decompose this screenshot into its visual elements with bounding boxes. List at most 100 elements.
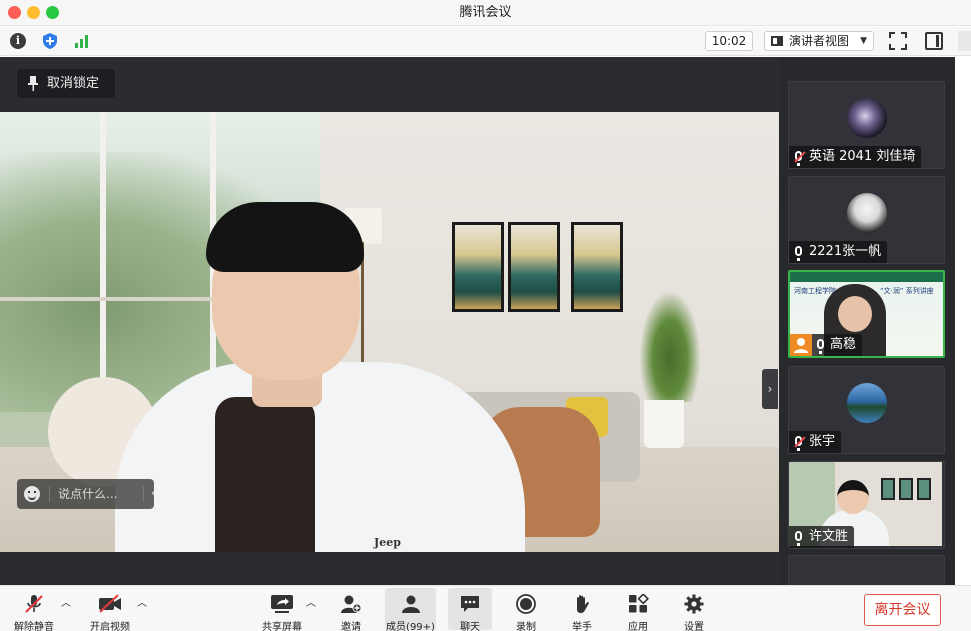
info-icon: i (10, 33, 26, 49)
hand-icon (577, 595, 589, 613)
mic-muted-icon (25, 595, 43, 613)
video-options-chevron-icon[interactable]: ︿ (137, 594, 147, 609)
leave-meeting-button[interactable]: 离开会议 (864, 594, 941, 626)
participant-tile[interactable]: 2221张一帆 (788, 176, 945, 264)
apps-button[interactable]: 应用 (619, 588, 657, 631)
participant-tile[interactable]: 英语 2041 刘佳琦 (788, 81, 945, 169)
chevron-right-icon: › (767, 382, 773, 396)
view-mode-dropdown[interactable]: 演讲者视图 ▼ (764, 31, 874, 51)
dropdown-caret-icon: ▼ (860, 36, 867, 46)
members-button[interactable]: 成员(99+) (385, 588, 436, 631)
avatar (847, 98, 887, 138)
share-screen-icon (271, 595, 293, 613)
speaker-hair (206, 202, 364, 272)
host-icon (790, 334, 812, 356)
share-screen-button[interactable]: 共享屏幕 (258, 588, 306, 631)
participant-name: 许文胜 (809, 529, 849, 544)
settings-label: 设置 (684, 622, 704, 631)
emoji-icon[interactable] (24, 486, 40, 502)
record-icon (516, 594, 536, 614)
apps-grid-icon (629, 594, 649, 613)
collapse-sidebar-handle[interactable]: › (762, 369, 778, 409)
more-panel-handle[interactable] (958, 31, 971, 51)
participant-nameplate: 2221张一帆 (789, 241, 888, 263)
potted-plant (640, 292, 700, 402)
unmute-label: 解除静音 (14, 622, 54, 631)
shield-icon (43, 33, 57, 49)
chevron-left-icon[interactable]: ‹ (151, 479, 161, 509)
main-stage: 取消锁定 Jeep 说点什么... ‹ › (0, 57, 779, 585)
video-off-icon (99, 594, 121, 613)
host-person-icon (794, 338, 808, 353)
participant-name: 高稳 (830, 337, 857, 352)
start-video-label: 开启视频 (90, 622, 130, 631)
wall-painting (508, 222, 560, 312)
wall-painting (452, 222, 504, 312)
start-video-button[interactable]: 开启视频 (86, 588, 134, 631)
window-title: 腾讯会议 (459, 5, 512, 20)
toggle-sidebar-button[interactable] (925, 32, 943, 50)
meeting-toolbar: i 10:02 演讲者视图 ▼ (0, 27, 971, 56)
participant-name: 2221张一帆 (809, 244, 882, 259)
invite-label: 邀请 (341, 622, 361, 631)
participant-tile[interactable]: 张宇 (788, 366, 945, 454)
chat-label: 聊天 (460, 622, 480, 631)
chat-placeholder: 说点什么... (58, 487, 118, 501)
avatar (847, 383, 887, 423)
planter (644, 400, 684, 448)
participant-tile-active[interactable]: 河南工程学院 “文·润” 系列讲座 高稳 (788, 270, 945, 358)
participant-nameplate: 高稳 (812, 334, 863, 356)
mic-muted-icon (795, 151, 802, 166)
title-bar: 腾讯会议 (0, 0, 971, 26)
participant-gallery: 英语 2041 刘佳琦 2221张一帆 河南工程学院 “文·润” 系列讲座 高稳 (779, 57, 955, 585)
divider (143, 486, 144, 502)
window-frame (100, 112, 106, 412)
mic-muted-icon (795, 436, 802, 451)
participant-nameplate: 张宇 (789, 431, 842, 453)
chat-bubble-icon (461, 596, 479, 612)
settings-button[interactable]: 设置 (675, 588, 713, 631)
wall-painting (899, 478, 913, 500)
raise-hand-label: 举手 (572, 622, 592, 631)
participant-name: 英语 2041 刘佳琦 (809, 149, 916, 164)
mic-icon (817, 339, 824, 354)
unpin-label: 取消锁定 (47, 76, 100, 91)
slide-text: “文·润” 系列讲座 (880, 287, 934, 295)
participant-tile[interactable] (788, 555, 945, 585)
participant-tile[interactable]: 许文胜 (788, 461, 945, 549)
security-button[interactable] (40, 31, 60, 51)
unmute-button[interactable]: 解除静音 (10, 588, 58, 631)
unpin-button[interactable]: 取消锁定 (17, 69, 115, 98)
apps-label: 应用 (628, 622, 648, 631)
audio-options-chevron-icon[interactable]: ︿ (61, 594, 71, 609)
share-screen-label: 共享屏幕 (262, 622, 302, 631)
quick-chat-input[interactable]: 说点什么... ‹ (17, 479, 156, 509)
mic-icon (795, 531, 802, 546)
members-label: 成员(99+) (386, 622, 435, 631)
chat-button[interactable]: 聊天 (448, 588, 492, 631)
speaker-view-icon (771, 36, 783, 46)
mic-icon (795, 246, 802, 261)
gear-icon (684, 594, 704, 614)
view-mode-label: 演讲者视图 (789, 34, 850, 48)
network-status-button[interactable] (72, 31, 92, 51)
participant-face (837, 480, 869, 514)
meeting-info-button[interactable]: i (8, 31, 28, 51)
divider (49, 486, 50, 502)
share-options-chevron-icon[interactable]: ︿ (306, 594, 316, 609)
participant-nameplate: 英语 2041 刘佳琦 (789, 146, 922, 168)
raise-hand-button[interactable]: 举手 (563, 588, 601, 631)
meeting-timer: 10:02 (705, 31, 753, 51)
fullscreen-icon[interactable] (889, 32, 907, 50)
record-button[interactable]: 录制 (507, 588, 545, 631)
speaker-shirt (215, 397, 315, 552)
members-icon (401, 595, 420, 613)
participant-nameplate: 许文胜 (789, 526, 855, 548)
invite-button[interactable]: 邀请 (332, 588, 370, 631)
jacket-logo: Jeep (374, 536, 401, 549)
control-bar: 解除静音 ︿ 开启视频 ︿ 共享屏幕 ︿ 邀请 成员(99+) 聊天 录制 举手… (0, 585, 971, 631)
add-user-icon (341, 595, 362, 613)
pin-icon (28, 76, 38, 91)
signal-icon (75, 35, 88, 48)
wall-painting (917, 478, 931, 500)
